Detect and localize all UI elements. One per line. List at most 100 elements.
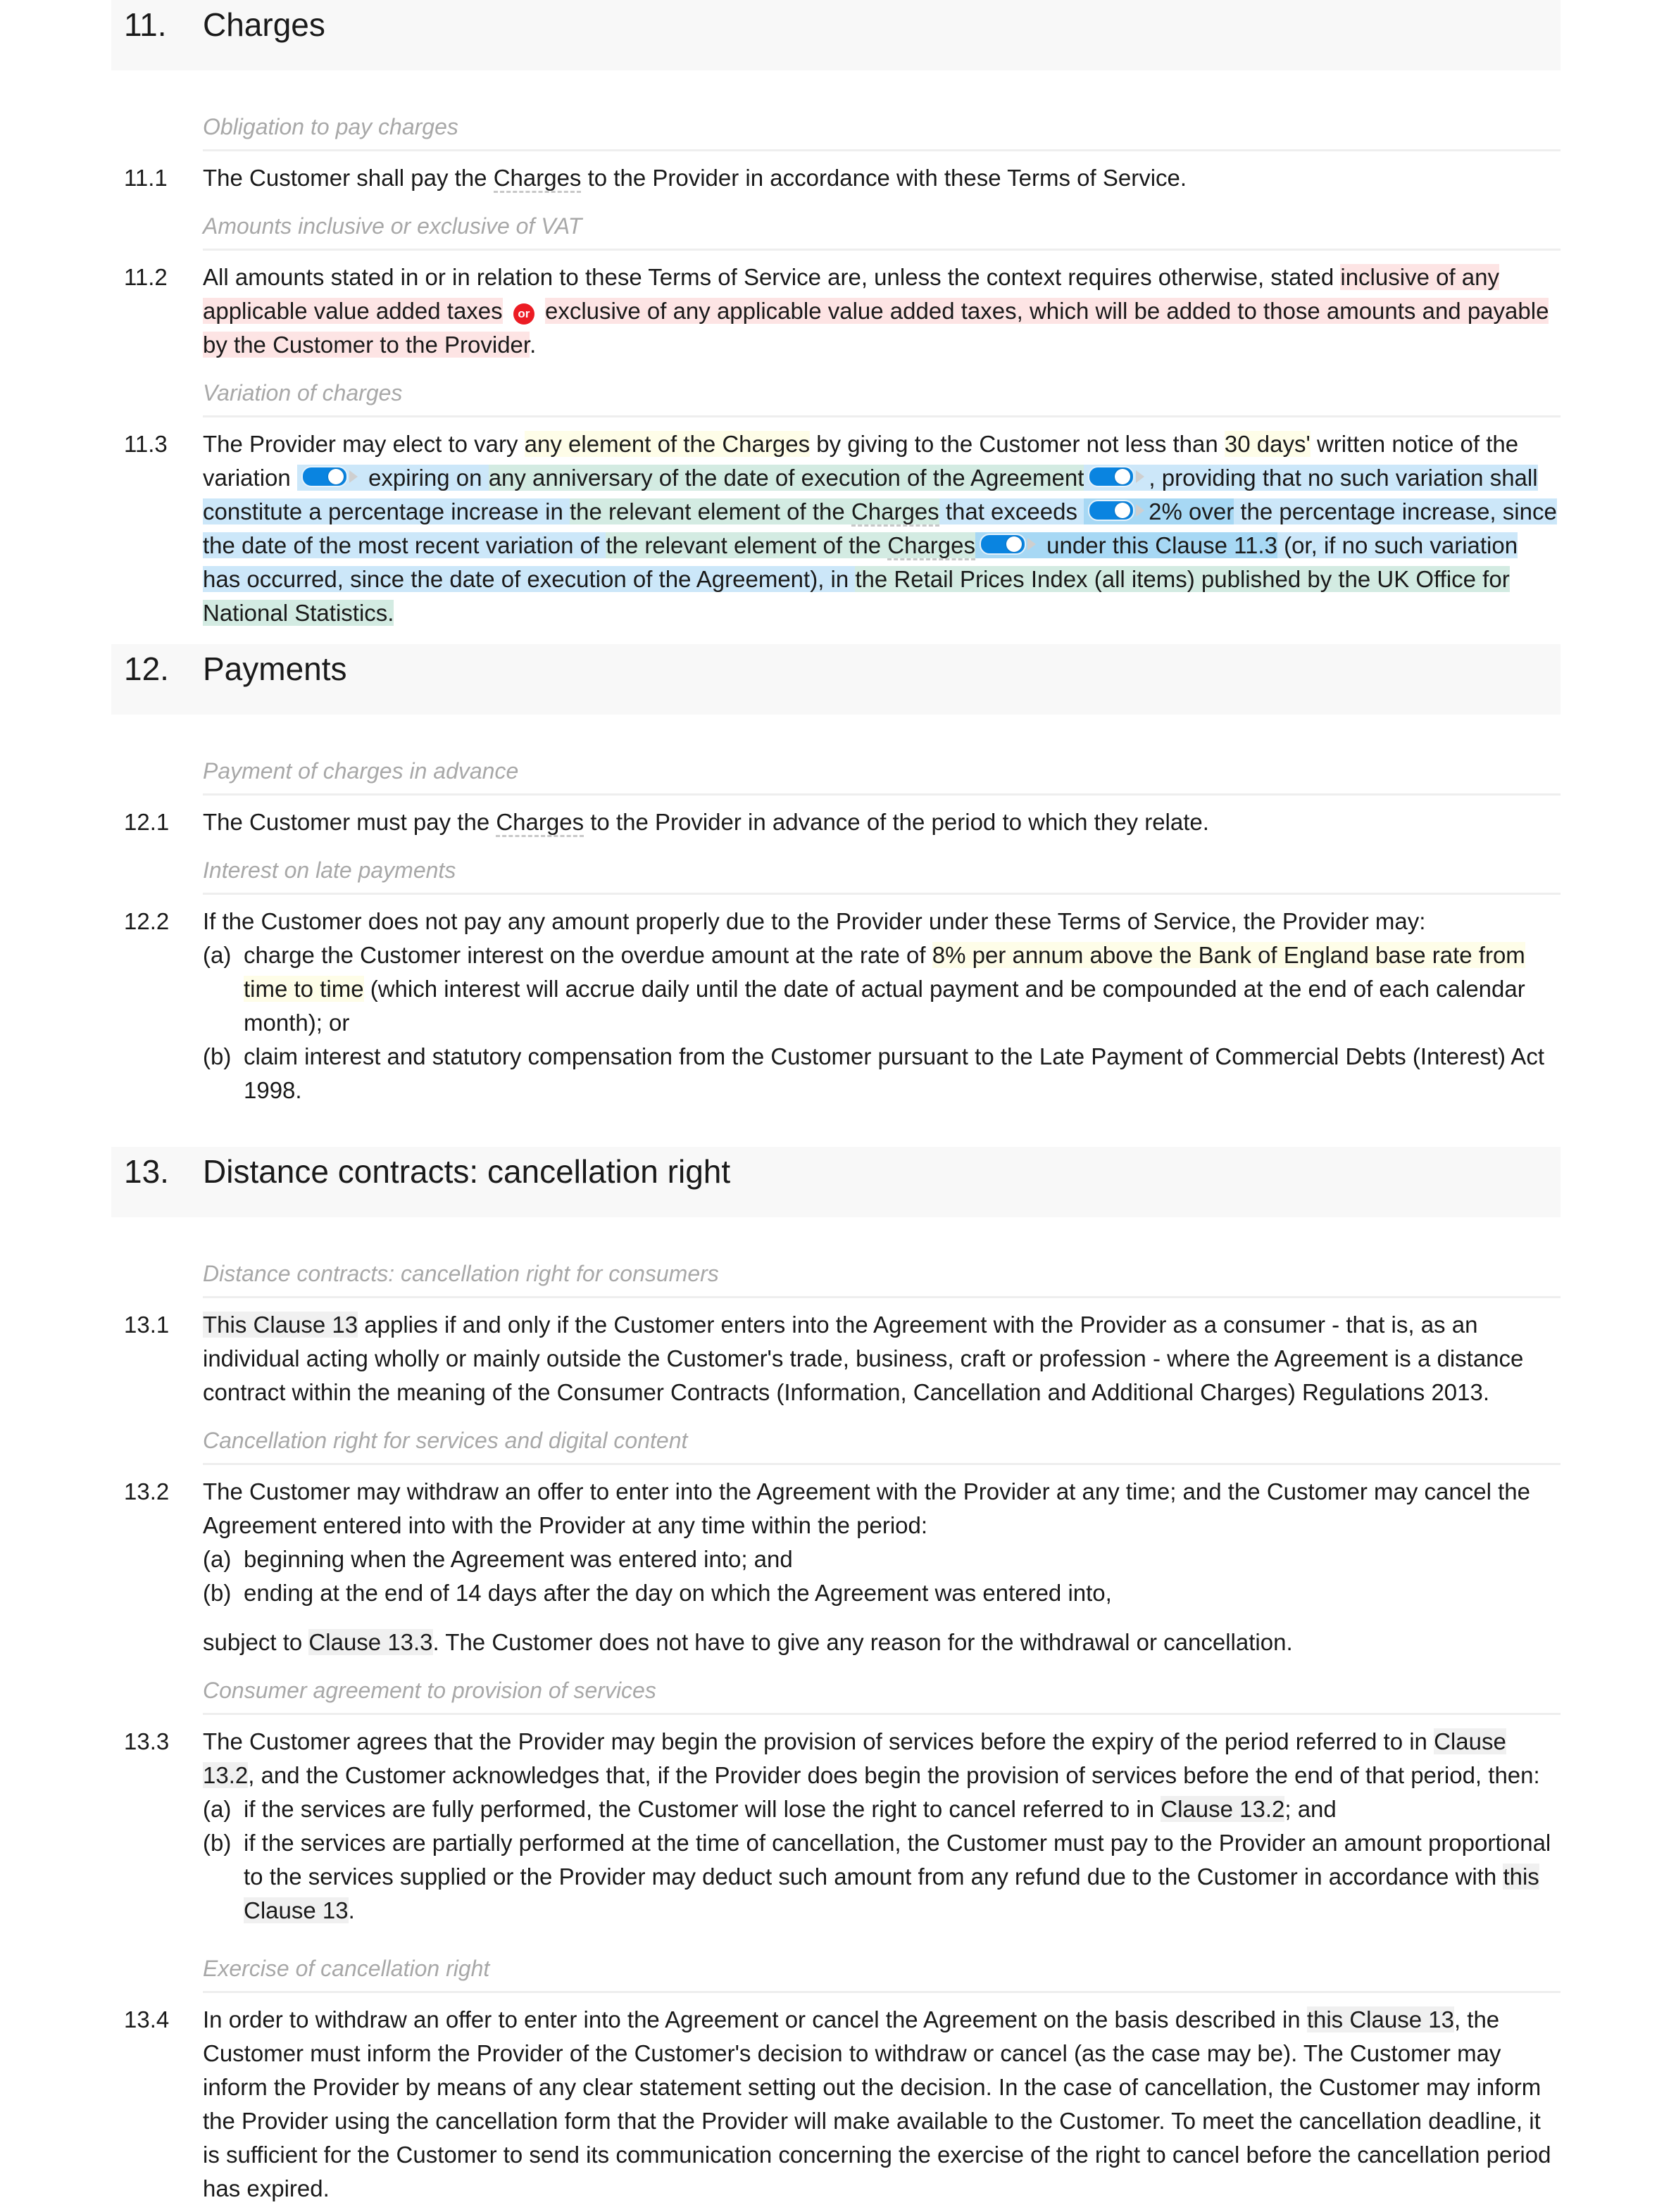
section-title: Payments <box>203 651 347 687</box>
text: subject to <box>203 1629 309 1655</box>
variable-notice-period[interactable]: 30 days' <box>1224 431 1311 457</box>
clause-text: If the Customer does not pay any amount … <box>203 905 1561 1107</box>
clause-11-1: 11.1 The Customer shall pay the Charges … <box>111 161 1561 195</box>
toggle-switch-1[interactable] <box>301 466 358 487</box>
defined-term-charges[interactable]: Charges <box>851 498 939 527</box>
text: expiring on <box>361 465 489 491</box>
clause-text: The Provider may elect to vary any eleme… <box>203 427 1561 630</box>
sub-clause-label: (b) <box>203 1830 232 1856</box>
text: , the Customer must inform the Provider … <box>203 2006 1551 2201</box>
clause-text: In order to withdraw an offer to enter i… <box>203 2003 1561 2206</box>
text: to the Provider in advance of the period… <box>584 809 1209 835</box>
subheading: Payment of charges in advance <box>203 754 1561 796</box>
clause-12-1: 12.1 The Customer must pay the Charges t… <box>111 805 1561 839</box>
section-heading-12: 12. Payments <box>111 644 1561 715</box>
section-heading-13: 13. Distance contracts: cancellation rig… <box>111 1147 1561 1217</box>
toggle-knob <box>1006 536 1022 552</box>
subheading: Variation of charges <box>203 376 1561 417</box>
sub-clause-text: charge the Customer interest on the over… <box>244 938 1561 1040</box>
clause-11-3: 11.3 The Provider may elect to vary any … <box>111 427 1561 630</box>
toggle-switch-3[interactable] <box>1088 500 1145 521</box>
toggle-switch-4[interactable] <box>979 534 1036 555</box>
toggle-knob <box>327 469 344 484</box>
clause-text: This Clause 13 applies if and only if th… <box>203 1308 1561 1409</box>
section-title: Charges <box>203 6 325 43</box>
text: The Provider may elect to vary <box>203 431 525 457</box>
clause-reference-link[interactable]: Clause 13.3 <box>308 1629 433 1655</box>
expand-arrow-icon <box>1136 470 1145 483</box>
sub-clause-label: (a) <box>203 1546 232 1572</box>
text: . <box>348 1897 355 1923</box>
clause-number: 12.1 <box>124 809 170 835</box>
sub-clause-label: (b) <box>203 1043 232 1069</box>
toggle-track <box>1088 500 1135 521</box>
optional-block-clause-ref: under this Clause 11.3 <box>975 532 1277 558</box>
text: applies if and only if the Customer ente… <box>203 1312 1524 1405</box>
sub-clause-list: (a) charge the Customer interest on the o… <box>203 938 1561 1107</box>
clause-continuation: subject to Clause 13.3. The Customer doe… <box>203 1626 1561 1659</box>
clause-text: All amounts stated in or in relation to … <box>203 260 1561 362</box>
expand-arrow-icon <box>1136 504 1145 517</box>
optional-block-expiry: expiring on <box>296 465 489 491</box>
text: The Customer must pay the <box>203 809 496 835</box>
defined-term-charges[interactable]: Charges <box>887 532 975 560</box>
text: if the services are fully performed, the… <box>244 1796 1161 1822</box>
section-number: 12. <box>124 651 169 687</box>
clause-13-2: 13.2 The Customer may withdraw an offer … <box>111 1475 1561 1659</box>
clause-text: The Customer shall pay the Charges to th… <box>203 161 1561 195</box>
sub-clause-list: (a) if the services are fully performed, … <box>203 1792 1561 1928</box>
clause-number: 13.1 <box>124 1312 170 1338</box>
section-title: Distance contracts: cancellation right <box>203 1153 731 1190</box>
clause-13-4: 13.4 In order to withdraw an offer to en… <box>111 2003 1561 2206</box>
expand-arrow-icon <box>1027 538 1036 551</box>
sub-clause: (b) ending at the end of 14 days after th… <box>203 1576 1561 1610</box>
sub-clause: (a) if the services are fully performed, … <box>203 1792 1561 1826</box>
or-option-icon[interactable]: or <box>513 303 534 325</box>
text: that exceeds <box>939 498 1084 524</box>
clause-number: 13.2 <box>124 1478 170 1504</box>
clause-reference-link[interactable]: this Clause 13 <box>1306 2006 1454 2032</box>
text: If the Customer does not pay any amount … <box>203 908 1426 934</box>
clause-number: 11.2 <box>124 264 168 290</box>
defined-term-charges[interactable]: Charges <box>493 165 582 193</box>
sub-clause-text: if the services are fully performed, the… <box>244 1792 1337 1826</box>
text: the relevant element of the <box>606 532 888 558</box>
clause-reference-link[interactable]: This Clause 13 <box>203 1312 358 1338</box>
text: by giving to the Customer not less than <box>810 431 1225 457</box>
clause-number: 11.3 <box>124 431 168 457</box>
text: . <box>530 332 537 358</box>
toggle-track <box>1088 466 1135 487</box>
variable-percentage[interactable]: 2% over <box>1149 498 1234 524</box>
sub-clause-text: ending at the end of 14 days after the d… <box>244 1580 1112 1606</box>
clause-13-3: 13.3 The Customer agrees that the Provid… <box>111 1725 1561 1928</box>
sub-clause-label: (b) <box>203 1580 232 1606</box>
clause-intro: The Customer agrees that the Provider ma… <box>203 1725 1561 1792</box>
section-number: 13. <box>124 1153 169 1190</box>
variable-relevant-element[interactable]: the relevant element of the Charges <box>570 498 939 527</box>
text: All amounts stated in or in relation to … <box>203 264 1341 290</box>
clause-reference-link[interactable]: Clause 11.3 <box>1155 532 1277 558</box>
document: 11. Charges Obligation to pay charges 11… <box>111 0 1561 2206</box>
toggle-track <box>301 466 348 487</box>
sub-clause-text: beginning when the Agreement was entered… <box>244 1546 793 1572</box>
text: In order to withdraw an offer to enter i… <box>203 2006 1307 2032</box>
text: , and the Customer acknowledges that, if… <box>248 1762 1540 1788</box>
sub-clause-list: (a) beginning when the Agreement was ente… <box>203 1542 1561 1610</box>
variable-anniversary[interactable]: any anniversary of the date of execution… <box>488 465 1084 491</box>
text: The Customer shall pay the <box>203 165 494 191</box>
clause-number: 13.3 <box>124 1728 170 1754</box>
variable-charges-element[interactable]: any element of the Charges <box>524 431 811 457</box>
clause-reference-link[interactable]: Clause 13.2 <box>1161 1796 1285 1822</box>
toggle-switch-2[interactable] <box>1088 466 1145 487</box>
text: The Customer may withdraw an offer to en… <box>203 1478 1530 1538</box>
text: the relevant element of the <box>570 498 851 524</box>
text: under this <box>1039 532 1149 558</box>
sub-clause-text: if the services are partially performed … <box>244 1826 1561 1928</box>
text: to the Provider in accordance with these… <box>581 165 1187 191</box>
defined-term-charges[interactable]: Charges <box>496 809 584 837</box>
toggle-knob <box>1115 469 1131 484</box>
sub-clause-label: (a) <box>203 942 232 968</box>
sub-clause-label: (a) <box>203 1796 232 1822</box>
variable-relevant-element[interactable]: the relevant element of the Charges <box>606 532 975 560</box>
clause-13-1: 13.1 This Clause 13 applies if and only … <box>111 1308 1561 1409</box>
